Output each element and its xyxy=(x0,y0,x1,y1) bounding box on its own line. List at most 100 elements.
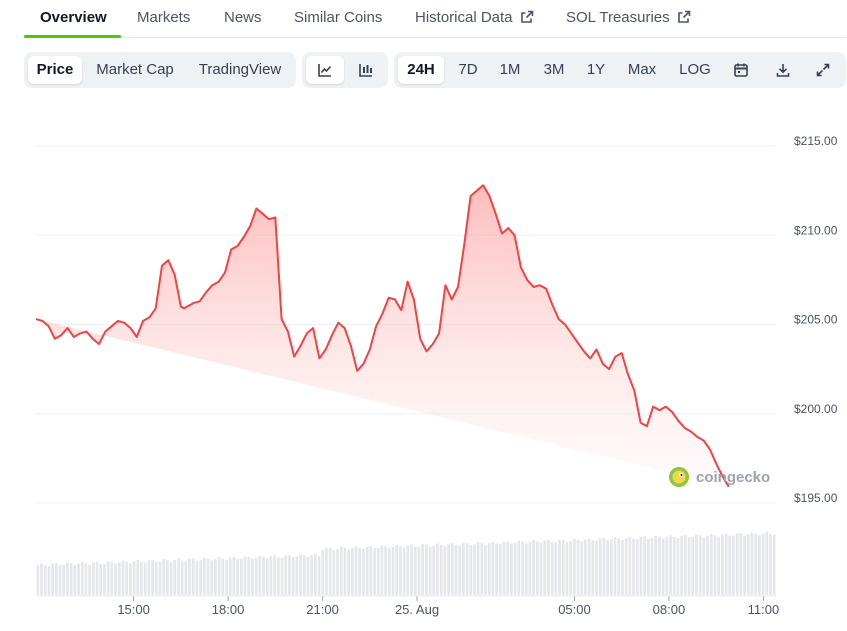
volume-bar xyxy=(628,536,632,595)
volume-bar xyxy=(328,547,332,595)
y-tick-label: $200.00 xyxy=(794,402,838,416)
volume-bar xyxy=(665,536,669,595)
volume-bar xyxy=(521,541,524,595)
volume-bar xyxy=(724,533,728,595)
volume-bar xyxy=(743,535,746,595)
volume-bar xyxy=(336,549,339,595)
volume-bar xyxy=(539,542,543,595)
volume-bar xyxy=(343,547,347,595)
volume-bar xyxy=(761,533,765,595)
volume-bar xyxy=(746,534,750,595)
volume-bar xyxy=(151,559,154,595)
volume-bar xyxy=(369,546,373,595)
volume-bar xyxy=(58,565,62,595)
volume-bar xyxy=(143,562,147,595)
volume-bar xyxy=(47,565,51,595)
volume-bar xyxy=(373,548,376,595)
volume-bar xyxy=(191,558,195,595)
volume-bar xyxy=(43,565,47,595)
volume-bar xyxy=(569,540,572,595)
volume-bar xyxy=(265,558,269,595)
volume-bar xyxy=(254,557,258,595)
volume-bar xyxy=(284,555,288,595)
volume-bar xyxy=(203,557,206,595)
volume-bar xyxy=(262,557,265,595)
volume-bar xyxy=(339,546,343,595)
volume-bar xyxy=(499,544,502,595)
x-tick-label: 25. Aug xyxy=(395,602,439,617)
volume-bar xyxy=(432,545,436,595)
volume-bar xyxy=(247,556,251,595)
volume-bar xyxy=(236,558,239,595)
volume-bar xyxy=(547,539,550,595)
volume-bar xyxy=(269,556,273,595)
volume-bar xyxy=(362,548,365,595)
volume-bar xyxy=(106,561,110,595)
y-tick-label: $195.00 xyxy=(794,491,838,505)
volume-bar xyxy=(617,538,621,595)
volume-bar xyxy=(687,537,691,595)
volume-bar xyxy=(129,563,132,595)
volume-bar xyxy=(524,543,528,595)
volume-bar xyxy=(240,558,243,595)
volume-bar xyxy=(772,534,776,595)
volume-bar xyxy=(399,546,402,595)
price-area xyxy=(36,185,729,487)
volume-bar xyxy=(495,543,498,595)
y-axis-ticks: $215.00 $210.00 $205.00 $200.00 $195.00 xyxy=(794,134,838,505)
volume-bar xyxy=(103,563,106,595)
volume-bar xyxy=(606,540,609,595)
volume-bar xyxy=(573,538,576,595)
volume-bar xyxy=(624,538,628,595)
volume-bar xyxy=(484,544,487,595)
volume-bar xyxy=(632,538,635,595)
volume-bar xyxy=(769,533,772,595)
volume-bar xyxy=(388,548,391,595)
volume-bar xyxy=(132,561,136,595)
volume-bar xyxy=(728,535,732,595)
volume-bar xyxy=(402,547,406,595)
watermark-text: coingecko xyxy=(696,469,770,486)
volume-bar xyxy=(80,561,84,595)
volume-bar xyxy=(180,560,184,595)
volume-bar xyxy=(684,535,687,595)
volume-bar xyxy=(273,555,276,595)
y-tick-label: $205.00 xyxy=(794,313,838,327)
volume-bar xyxy=(225,559,228,595)
volume-bar xyxy=(421,544,424,595)
coingecko-logo: coingecko xyxy=(669,467,770,487)
volume-bar xyxy=(40,563,43,595)
volume-bar xyxy=(721,534,724,595)
volume-bar xyxy=(395,544,399,595)
volume-bar xyxy=(754,533,757,595)
volume-bar xyxy=(243,556,247,595)
volume-bar xyxy=(447,544,450,595)
volume-bar xyxy=(561,539,565,595)
volume-bar xyxy=(428,546,432,595)
volume-bar xyxy=(602,538,606,595)
volume-bar xyxy=(199,560,202,595)
volume-bar xyxy=(476,542,480,595)
volume-bar xyxy=(650,538,654,595)
volume-bar xyxy=(121,560,125,595)
volume-bar xyxy=(173,560,177,595)
x-axis-ticks: 15:00 18:00 21:00 25. Aug 05:00 08:00 11:00 xyxy=(36,595,780,617)
volume-bar xyxy=(77,563,80,595)
x-tick-label: 21:00 xyxy=(306,602,339,617)
volume-bar xyxy=(491,541,495,595)
x-tick-label: 11:00 xyxy=(748,602,780,617)
volume-bar xyxy=(465,542,469,595)
volume-bar xyxy=(639,536,643,595)
volume-bar xyxy=(384,546,387,595)
volume-bar xyxy=(136,560,140,595)
volume-bar xyxy=(417,546,421,595)
price-chart[interactable]: $215.00 $210.00 $205.00 $200.00 $195.00 15:0… xyxy=(0,0,847,631)
volume-bar xyxy=(188,558,191,595)
volume-bar xyxy=(654,535,658,595)
volume-bar xyxy=(221,558,225,595)
volume-bar xyxy=(580,541,584,595)
volume-bar xyxy=(299,554,302,595)
volume-bar xyxy=(672,536,676,595)
volume-bar xyxy=(347,549,350,595)
volume-bar xyxy=(88,564,91,595)
